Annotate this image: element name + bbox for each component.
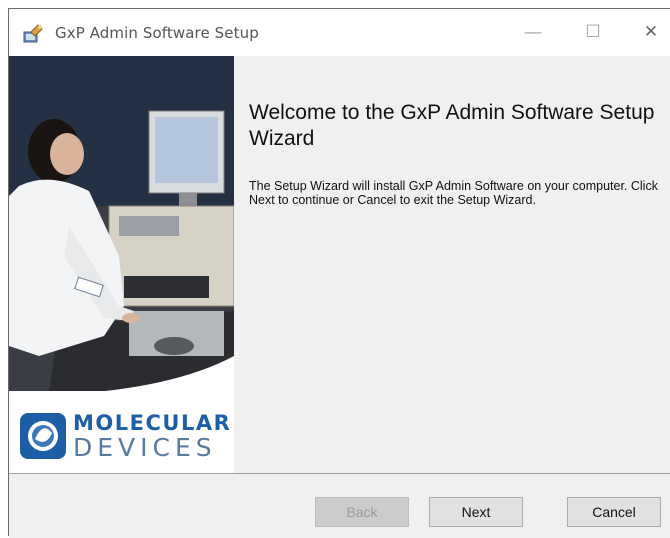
title-bar[interactable]: GxP Admin Software Setup — ☐ ✕ xyxy=(9,9,670,57)
cancel-button[interactable]: Cancel xyxy=(567,497,661,527)
back-button[interactable]: Back xyxy=(315,497,409,527)
side-banner: MOLECULAR DEVICES xyxy=(9,56,234,473)
page-title: Welcome to the GxP Admin Software Setup … xyxy=(249,101,655,150)
logo-text-line1: MOLECULAR xyxy=(73,411,232,435)
setup-window: GxP Admin Software Setup — ☐ ✕ MOLECULAR… xyxy=(8,8,670,538)
next-button[interactable]: Next xyxy=(429,497,523,527)
logo-text-line2: DEVICES xyxy=(73,433,217,462)
logo-mark-icon xyxy=(20,413,66,459)
description-text: The Setup Wizard will install GxP Admin … xyxy=(249,179,658,207)
content-panel: Welcome to the GxP Admin Software Setup … xyxy=(234,56,670,473)
lab-scientist-image xyxy=(9,56,234,391)
installer-icon xyxy=(23,24,43,43)
button-bar: Back Next Cancel xyxy=(9,473,670,538)
close-button[interactable]: ✕ xyxy=(631,19,670,45)
maximize-button[interactable]: ☐ xyxy=(573,19,613,45)
molecular-devices-logo: MOLECULAR DEVICES xyxy=(18,409,230,465)
minimize-button[interactable]: — xyxy=(513,19,553,45)
window-title: GxP Admin Software Setup xyxy=(55,24,259,42)
